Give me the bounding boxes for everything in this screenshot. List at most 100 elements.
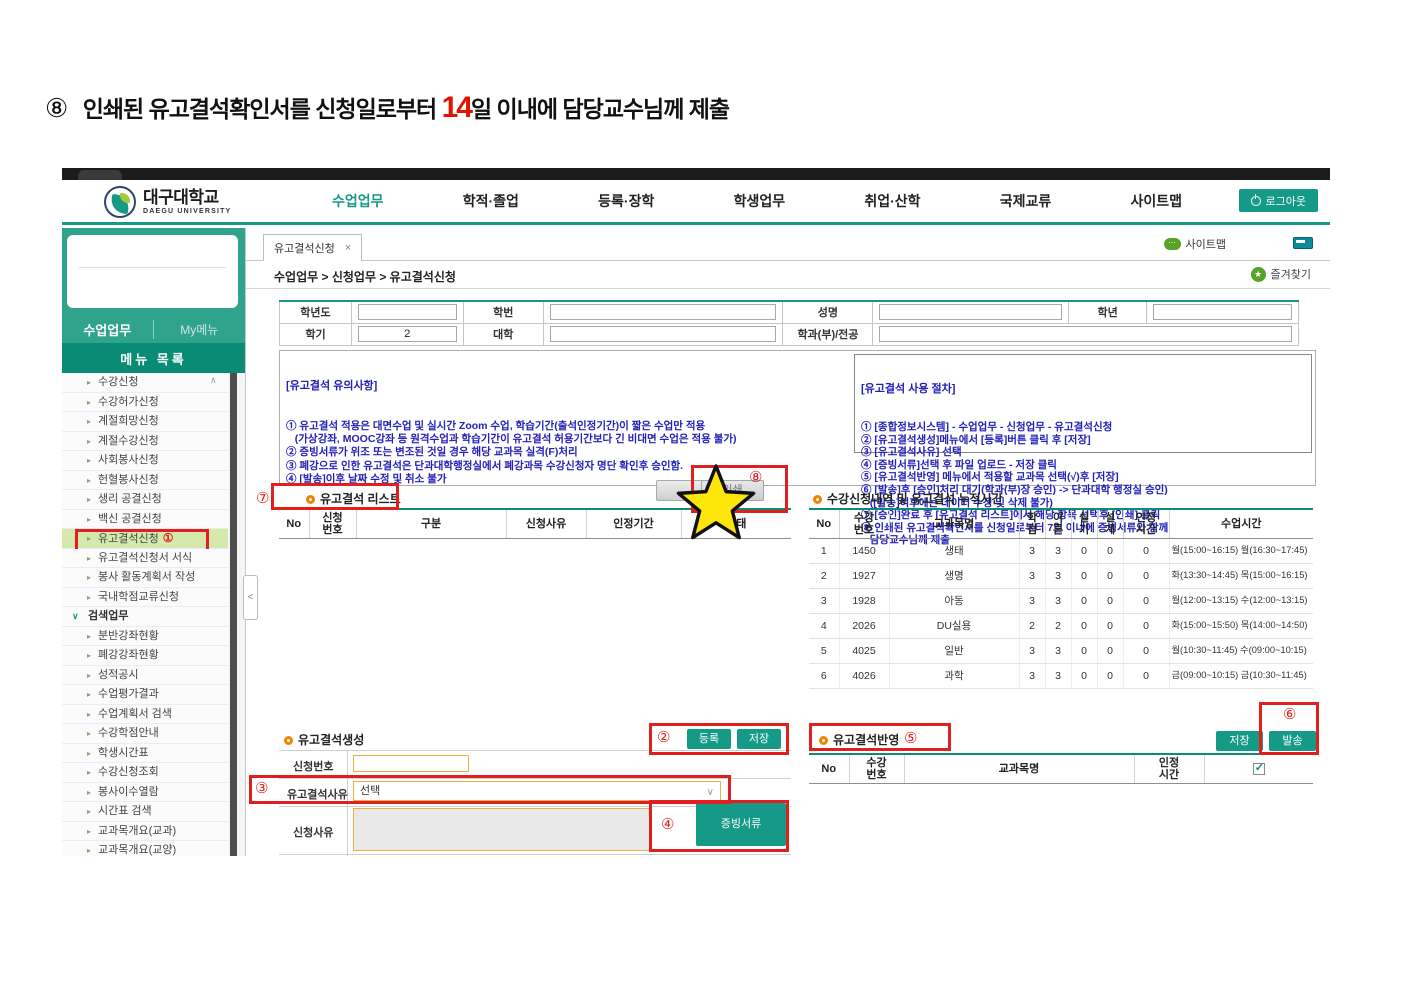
annotation-suffix: 일 이내에 담당교수님께 제출 xyxy=(471,96,729,122)
nav-student-affairs[interactable]: 학생업무 xyxy=(734,191,786,211)
sitemap-link[interactable]: ⋯ 사이트맵 xyxy=(1164,236,1226,252)
step-2-badge: ② xyxy=(657,728,670,746)
nav-international[interactable]: 국제교류 xyxy=(1000,191,1052,211)
arrow-right-icon: ▸ xyxy=(87,744,91,764)
sidebar-item-21[interactable]: ▸ 봉사이수열람 xyxy=(62,783,228,803)
sidebar-item-13[interactable]: ▸분반강좌현황 xyxy=(62,627,228,647)
sidebar-item-19[interactable]: ▸학생시간표 xyxy=(62,744,228,764)
sidebar-item-23[interactable]: ▸교과목개요(교과) xyxy=(62,822,228,842)
section-bullet-icon xyxy=(306,495,315,504)
college-label: 대학 xyxy=(463,323,543,345)
sidebar-item-22[interactable]: ▸시간표 검색 xyxy=(62,802,228,822)
request-no-label: 신청번호 xyxy=(293,758,333,774)
year-label: 학년도 xyxy=(280,301,352,323)
sidebar-item-17[interactable]: ▸수업계획서 검색 xyxy=(62,705,228,725)
arrow-right-icon: ▸ xyxy=(87,490,91,510)
sidebar-tab-mymenu[interactable]: My메뉴 xyxy=(154,321,246,338)
sitemap-icon: ⋯ xyxy=(1164,238,1181,250)
sidebar-tabs: 수업업무 My메뉴 xyxy=(62,316,245,343)
save-button[interactable]: 저장 xyxy=(737,729,781,749)
sidebar-item-9[interactable]: ▸유고결석신청서 서식 xyxy=(62,549,228,569)
sidebar-item-24[interactable]: ▸교과목개요(교양) xyxy=(62,841,228,856)
menu-label: 봉사이수열람 xyxy=(98,786,159,798)
absence-create-title: 유고결석생성 xyxy=(284,731,364,749)
annotation-text: 인쇄된 유고결석확인서를 신청일로부터 xyxy=(83,96,437,122)
nav-class-affairs[interactable]: 수업업무 xyxy=(332,191,384,211)
send-button[interactable]: 발송 xyxy=(1269,731,1316,751)
sidebar-tab-class-affairs[interactable]: 수업업무 xyxy=(62,320,154,339)
sidebar-item-3[interactable]: ▸계절수강신청 xyxy=(62,432,228,452)
arrow-right-icon: ▸ xyxy=(87,666,91,686)
university-name-en: DAEGU UNIVERSITY xyxy=(143,208,231,215)
reason-textarea[interactable] xyxy=(353,808,651,851)
dept-input[interactable] xyxy=(879,326,1292,342)
portal-header: 대구대학교 DAEGU UNIVERSITY 수업업무 학적·졸업 등록·장학 … xyxy=(62,180,1330,225)
nav-records-graduation[interactable]: 학적·졸업 xyxy=(463,191,519,211)
table-row: 64026과학33000금(09:00~10:15) 금(10:30~11:45… xyxy=(809,663,1313,688)
register-button[interactable]: 등록 xyxy=(687,729,731,749)
tab-absence-application[interactable]: 유고결석신청 × xyxy=(263,234,362,261)
sidebar-item-2[interactable]: ▸계절희망신청 xyxy=(62,412,228,432)
college-input[interactable] xyxy=(550,326,777,342)
arrow-right-icon: ▸ xyxy=(87,588,91,608)
notice-line: (가상강좌, MOOC강좌 등 원격수업과 학습기간이 유고결석 허용기간보다 … xyxy=(286,433,846,446)
semester-input[interactable]: 2 xyxy=(358,326,457,342)
sidebar-item-5[interactable]: ▸헌혈봉사신청 xyxy=(62,471,228,491)
nav-sitemap[interactable]: 사이트맵 xyxy=(1130,191,1182,211)
sidebar-item-4[interactable]: ▸사회봉사신청 xyxy=(62,451,228,471)
annotation-highlight-14: 14 xyxy=(442,91,471,124)
menu-label: 유고결석신청 xyxy=(98,533,159,545)
request-no-input[interactable] xyxy=(353,755,469,772)
step-1-badge: ① xyxy=(163,531,174,545)
apply-save-button[interactable]: 저장 xyxy=(1216,731,1263,751)
favorite-button[interactable]: ★ 즐겨찾기 xyxy=(1251,266,1311,282)
arrow-right-icon: ▸ xyxy=(87,783,91,803)
notice-line: ② 증빙서류가 위조 또는 변조된 것일 경우 해당 교과목 실격(F)처리 xyxy=(286,446,846,459)
select-all-checkbox[interactable] xyxy=(1253,763,1265,775)
sidebar-item-0[interactable]: ▸수강신청 xyxy=(62,373,228,393)
section-bullet-icon xyxy=(813,495,822,504)
menu-label: 시간표 검색 xyxy=(98,805,152,817)
arrow-right-icon: ▸ xyxy=(87,393,91,413)
sidebar-item-14[interactable]: ▸폐강강좌현황 xyxy=(62,646,228,666)
sidebar-item-11[interactable]: ▸국내학점교류신청 xyxy=(62,588,228,608)
sidebar-item-12[interactable]: ∨검색업무 xyxy=(62,607,228,627)
step-8-badge: ⑧ xyxy=(45,93,67,123)
reason-label: 신청사유 xyxy=(293,824,333,840)
arrow-right-icon: ▸ xyxy=(87,763,91,783)
sidebar-item-18[interactable]: ▸수강학점안내 xyxy=(62,724,228,744)
sidebar-item-10[interactable]: ▸봉사 활동계획서 작성 xyxy=(62,568,228,588)
arrow-right-icon: ▸ xyxy=(87,412,91,432)
step-7-badge: ⑦ xyxy=(256,489,269,507)
nav-registration-scholarship[interactable]: 등록·장학 xyxy=(598,191,654,211)
sidebar-item-16[interactable]: ▸수업평가결과 xyxy=(62,685,228,705)
name-input[interactable] xyxy=(879,304,1062,320)
sidebar-item-15[interactable]: ▸성적공시 xyxy=(62,666,228,686)
notice-precautions-title: [유고결석 유의사항] xyxy=(286,380,846,393)
semester-label: 학기 xyxy=(280,323,352,345)
notice-box: [유고결석 유의사항] ① 유고결석 적용은 대면수업 및 실시간 Zoom 수… xyxy=(279,350,1316,486)
student-id-input[interactable] xyxy=(550,304,777,320)
sidebar-item-6[interactable]: ▸생리 공결신청 xyxy=(62,490,228,510)
attachment-button[interactable]: 증빙서류 xyxy=(696,803,786,846)
year-input[interactable] xyxy=(358,304,457,320)
sidebar-item-8[interactable]: ▸유고결석신청① xyxy=(62,529,228,549)
sidebar-item-7[interactable]: ▸백신 공결신청 xyxy=(62,510,228,530)
nav-career-industry[interactable]: 취업·산학 xyxy=(864,191,920,211)
tab-bar: 유고결석신청 × ⋯ 사이트맵 xyxy=(246,228,1330,261)
scroll-up-icon[interactable]: ∧ xyxy=(210,375,217,386)
grade-input[interactable] xyxy=(1153,304,1292,320)
sidebar-item-20[interactable]: ▸수강신청조회 xyxy=(62,763,228,783)
favorite-label: 즐겨찾기 xyxy=(1271,266,1311,282)
reason-type-select[interactable]: 선택 ∨ xyxy=(353,781,721,801)
sidebar-item-1[interactable]: ▸수강허가신청 xyxy=(62,393,228,413)
table-row: 11450생태33000월(15:00~16:15) 월(16:30~17:45… xyxy=(809,538,1313,563)
section-bullet-icon xyxy=(819,736,828,745)
logout-button[interactable]: 로그아웃 xyxy=(1239,189,1318,212)
window-export-icon[interactable] xyxy=(1293,237,1313,249)
sidebar: 수업업무 My메뉴 메뉴 목록 ▸수강신청▸수강허가신청▸계절희망신청▸계절수강… xyxy=(62,228,245,856)
sidebar-collapse-button[interactable]: < xyxy=(243,575,258,620)
sidebar-scrollbar[interactable] xyxy=(230,373,237,856)
arrow-right-icon: ▸ xyxy=(87,373,91,393)
close-icon[interactable]: × xyxy=(345,242,351,254)
